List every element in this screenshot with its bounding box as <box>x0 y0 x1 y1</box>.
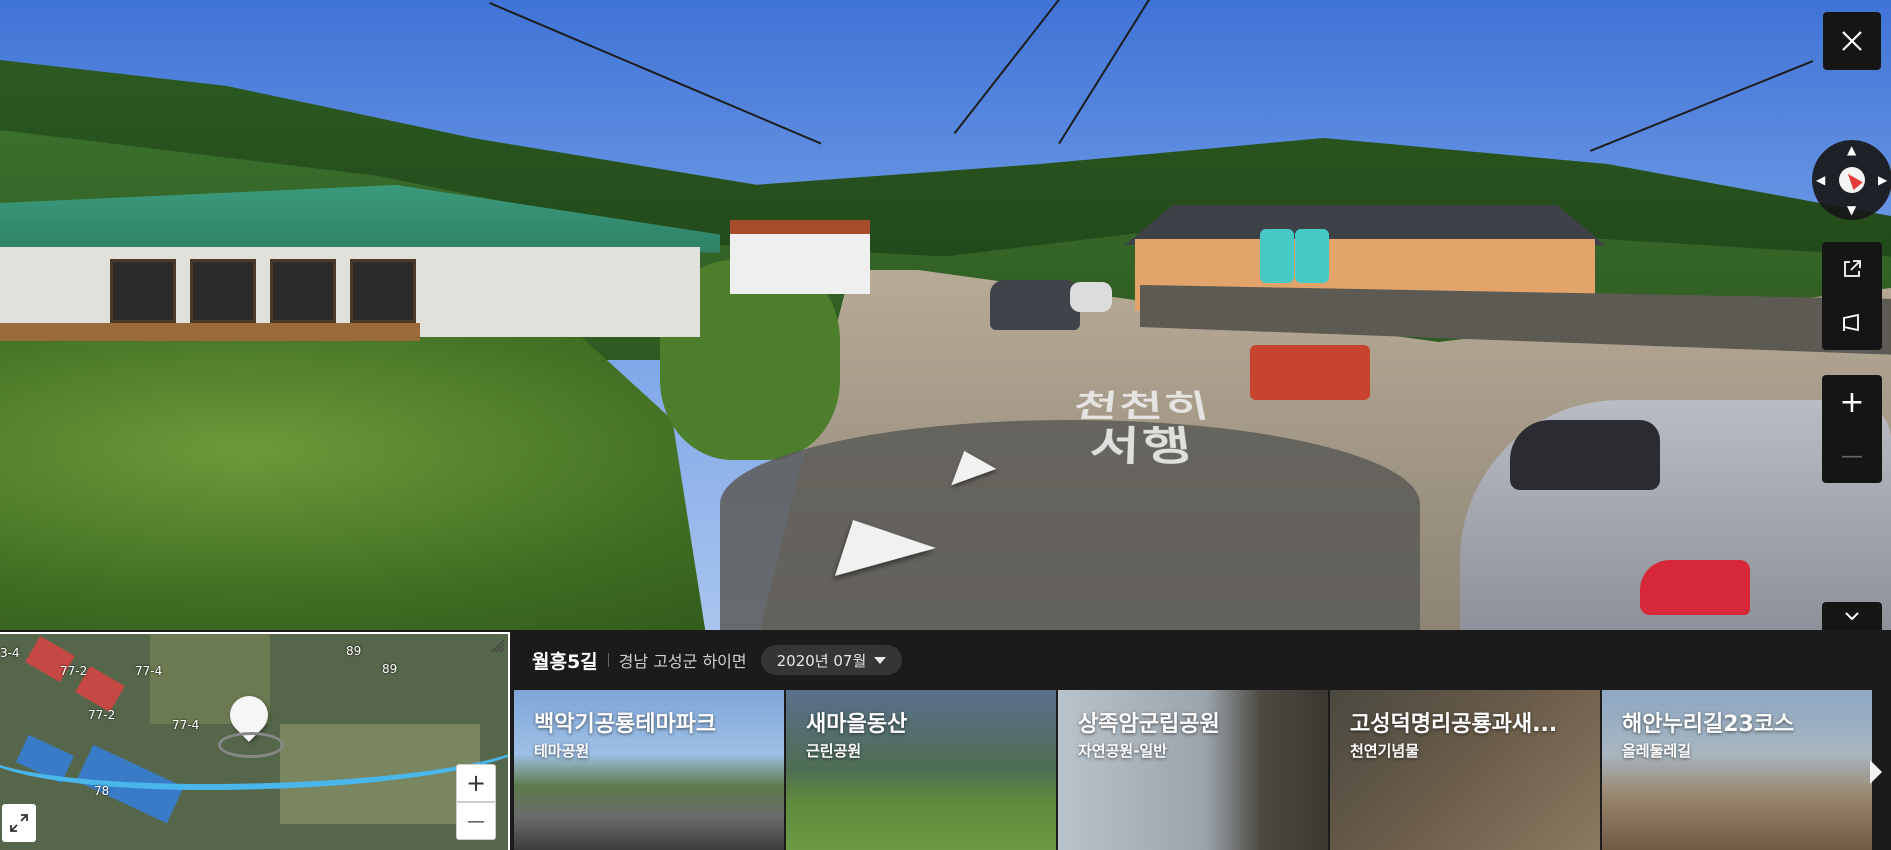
road-marking: 천천히 서행 <box>1059 388 1225 471</box>
nearby-place-card[interactable]: 상족암군립공원 자연공원-일반 <box>1058 690 1328 850</box>
zoom-out-button[interactable]: — <box>1822 429 1882 483</box>
chevron-down-icon <box>1845 612 1859 621</box>
share-button[interactable] <box>1822 242 1882 296</box>
compass-control[interactable]: ▲ ▼ ◀ ▶ <box>1812 140 1891 220</box>
place-title: 백악기공룡테마파크 <box>534 712 717 737</box>
farm-cart <box>1250 345 1370 400</box>
share-icon <box>1844 260 1861 277</box>
nearby-place-card[interactable]: 백악기공룡테마파크 테마공원 <box>514 690 784 850</box>
car-taillight <box>1640 560 1750 615</box>
rotate-up-arrow-icon[interactable]: ▲ <box>1847 144 1856 156</box>
close-button[interactable] <box>1823 12 1881 70</box>
expand-icon <box>10 814 28 832</box>
minimap[interactable]: 3-4 77-2 77-4 77-2 77-4 89 89 78 + — <box>0 632 510 850</box>
move-forward-arrow[interactable] <box>834 520 946 576</box>
parcel-label: 89 <box>346 644 362 658</box>
house <box>0 185 720 355</box>
place-category: 근린공원 <box>806 742 862 760</box>
place-category: 올레둘레길 <box>1622 742 1692 760</box>
minimap-expand-button[interactable] <box>2 804 36 842</box>
report-icon <box>1843 313 1859 332</box>
view-direction-icon <box>218 732 284 758</box>
minimap-zoom-out-button[interactable]: — <box>456 802 496 840</box>
nearby-place-card[interactable]: 새마을동산 근린공원 <box>786 690 1056 850</box>
window <box>270 259 336 323</box>
report-button[interactable] <box>1822 296 1882 350</box>
place-category: 천연기념물 <box>1350 742 1420 760</box>
nearby-place-card[interactable]: 해안누리길23코스 올레둘레길 <box>1602 690 1872 850</box>
parcel-label: 78 <box>94 784 110 798</box>
date-selector[interactable]: 2020년 07월 <box>760 645 903 675</box>
date-label: 2020년 07월 <box>776 651 867 670</box>
nearby-places-carousel: 백악기공룡테마파크 테마공원 새마을동산 근린공원 상족암군립공원 자연공원-일… <box>514 690 1891 850</box>
minimap-zoom-in-button[interactable]: + <box>456 764 496 802</box>
location-title: 월흥5길 <box>532 650 598 673</box>
divider <box>607 653 609 667</box>
window <box>350 259 416 323</box>
window <box>110 259 176 323</box>
place-title: 고성덕명리공룡과새... <box>1350 712 1558 737</box>
zoom-in-button[interactable]: + <box>1822 375 1882 429</box>
wooden-deck <box>0 323 420 341</box>
house <box>730 220 870 294</box>
place-category: 자연공원-일반 <box>1078 742 1168 760</box>
place-category: 테마공원 <box>534 742 590 760</box>
water-tank <box>1295 229 1329 283</box>
place-title: 해안누리길23코스 <box>1622 712 1795 737</box>
location-address: 경남 고성군 하이면 <box>618 652 747 671</box>
parcel-label: 3-4 <box>0 646 20 660</box>
window <box>190 259 256 323</box>
parcel-label: 77-2 <box>60 664 88 678</box>
parcel-label: 77-4 <box>172 718 200 732</box>
resize-handle-icon[interactable] <box>488 636 506 654</box>
rotate-down-arrow-icon[interactable]: ▼ <box>1847 204 1856 216</box>
caret-down-icon <box>874 656 887 664</box>
parked-car <box>990 280 1080 330</box>
road-marking-line: 천천히 <box>1069 388 1215 425</box>
parcel-label: 77-4 <box>135 664 163 678</box>
location-info: 월흥5길 경남 고성군 하이면 2020년 07월 <box>532 642 903 678</box>
place-title: 상족암군립공원 <box>1078 712 1220 737</box>
parked-car <box>1070 282 1112 312</box>
street-view-panorama[interactable]: 천천히 서행 <box>0 0 1891 630</box>
chevron-right-icon <box>1869 760 1882 784</box>
carousel-next-button[interactable] <box>1860 750 1891 794</box>
water-tank <box>1260 229 1294 283</box>
compass-icon <box>1839 167 1865 193</box>
parcel-label: 77-2 <box>88 708 116 722</box>
nearby-place-card[interactable]: 고성덕명리공룡과새... 천연기념물 <box>1330 690 1600 850</box>
road-marking-line: 서행 <box>1086 423 1198 471</box>
rotate-right-arrow-icon[interactable]: ▶ <box>1878 174 1887 186</box>
parcel-label: 89 <box>382 662 398 676</box>
collapse-panel-button[interactable] <box>1822 602 1882 630</box>
rotate-left-arrow-icon[interactable]: ◀ <box>1816 174 1825 186</box>
close-icon <box>1842 31 1862 51</box>
place-title: 새마을동산 <box>806 712 908 737</box>
